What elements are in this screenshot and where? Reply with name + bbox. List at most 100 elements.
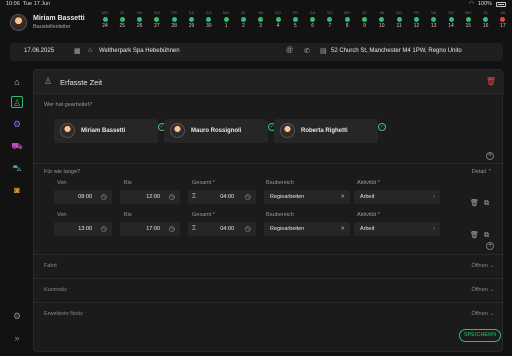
bis-label: Bis bbox=[124, 212, 132, 218]
user-role: Baustellenleiter bbox=[33, 24, 71, 30]
home-icon[interactable]: ⌂ bbox=[11, 76, 23, 88]
section-erweiterte-notiz[interactable]: Erweiterte Notiz Öffnen ⌄ bbox=[34, 302, 504, 326]
delete-entry-icon[interactable]: 🗑 bbox=[470, 224, 479, 239]
section-kurznotiz[interactable]: Kurznotiz Öffnen ⌄ bbox=[34, 278, 504, 302]
settings-icon[interactable]: ⚙ bbox=[11, 310, 23, 322]
calendar-day[interactable]: DI 25 bbox=[117, 10, 127, 29]
status-dot bbox=[292, 17, 298, 22]
user-avatar[interactable] bbox=[10, 14, 27, 31]
calendar-day[interactable]: DI 9 bbox=[360, 10, 370, 29]
weekday-label: MI bbox=[258, 10, 263, 15]
camera-icon[interactable]: ◙ bbox=[11, 184, 23, 196]
day-number: 3 bbox=[259, 23, 263, 29]
calendar-day[interactable]: MO 24 bbox=[100, 10, 110, 29]
baubereich-field[interactable]: Regiearbeiten ✕ bbox=[264, 190, 350, 204]
calendar-day[interactable]: SA 6 bbox=[308, 10, 318, 29]
calendar-day[interactable]: DO 27 bbox=[152, 10, 162, 29]
worker-avatar bbox=[170, 123, 185, 138]
day-number: 26 bbox=[136, 23, 143, 29]
calendar-day[interactable]: MI 17 bbox=[498, 10, 508, 29]
calendar-day[interactable]: DO 4 bbox=[273, 10, 283, 29]
clear-icon[interactable]: ✕ bbox=[340, 194, 345, 200]
gesamt-field[interactable]: Σ 04:00 ◷ bbox=[188, 222, 256, 236]
worker-card[interactable]: Mauro Rossignoli ✓ bbox=[164, 119, 276, 143]
baubereich-field[interactable]: Regiearbeiten ✕ bbox=[264, 222, 350, 236]
calendar-day[interactable]: DI 2 bbox=[238, 10, 248, 29]
people-icon: ♙ bbox=[44, 76, 53, 86]
clear-icon[interactable]: ✕ bbox=[340, 226, 345, 232]
calendar-day[interactable]: MO 8 bbox=[342, 10, 352, 29]
who-label: Wer hat gearbeitet? bbox=[44, 102, 93, 108]
equipment-icon[interactable]: ⛍ bbox=[11, 162, 23, 174]
phone-icon[interactable]: ✆ bbox=[304, 47, 310, 55]
calendar-day[interactable]: SA 29 bbox=[187, 10, 197, 29]
calendar-day[interactable]: FR 5 bbox=[290, 10, 300, 29]
save-button[interactable]: SPEICHERN bbox=[459, 329, 501, 342]
day-number: 16 bbox=[482, 23, 489, 29]
worker-card[interactable]: Roberta Righetti ✓ bbox=[274, 119, 386, 143]
worker-name: Miriam Bassetti bbox=[81, 128, 126, 134]
bis-field[interactable]: 17:00 ◷ bbox=[120, 222, 180, 236]
sum-icon: Σ bbox=[192, 193, 197, 200]
gesamt-label: Gesamt * bbox=[192, 180, 215, 186]
clock-icon: ◷ bbox=[168, 226, 175, 233]
calendar-day[interactable]: FR 12 bbox=[411, 10, 421, 29]
vehicle-icon[interactable]: ⛟ bbox=[11, 140, 23, 152]
delete-entry-icon[interactable]: 🗑 bbox=[470, 192, 479, 207]
calendar-day[interactable]: MO 15 bbox=[463, 10, 473, 29]
calendar-icon[interactable]: ▦ bbox=[74, 47, 81, 55]
day-number: 4 bbox=[276, 23, 280, 29]
weekday-label: SO bbox=[448, 10, 454, 15]
weekday-label: DI bbox=[483, 10, 488, 15]
gesamt-value: 04:00 bbox=[220, 194, 234, 200]
day-number: 12 bbox=[413, 23, 420, 29]
worker-card[interactable]: Miriam Bassetti ✓ bbox=[54, 119, 166, 143]
weekday-label: MI bbox=[500, 10, 506, 15]
day-number: 29 bbox=[188, 23, 195, 29]
calendar-day[interactable]: SO 7 bbox=[325, 10, 335, 29]
calendar-day[interactable]: DI 16 bbox=[481, 10, 491, 29]
von-field[interactable]: 13:00 ◷ bbox=[54, 222, 112, 236]
add-worker-icon[interactable]: + bbox=[486, 152, 494, 160]
add-entry-icon[interactable]: + bbox=[486, 242, 494, 250]
site-name[interactable]: Weltherpark Spa Hebebühnen bbox=[99, 48, 180, 54]
materials-icon[interactable]: ⚙ bbox=[11, 118, 23, 130]
email-icon[interactable]: @ bbox=[286, 47, 293, 54]
delete-icon[interactable]: 🗑 bbox=[486, 77, 496, 86]
status-dot bbox=[223, 17, 229, 22]
calendar-day[interactable]: FR 28 bbox=[169, 10, 179, 29]
calendar-day[interactable]: DO 11 bbox=[394, 10, 404, 29]
section-fahrt[interactable]: Fahrt Öffnen ⌄ bbox=[34, 254, 504, 278]
status-right: ◠ 100% bbox=[469, 1, 506, 7]
weekday-label: MO bbox=[465, 10, 472, 15]
copy-entry-icon[interactable]: ⧉ bbox=[484, 192, 492, 207]
calendar-day[interactable]: MI 26 bbox=[135, 10, 145, 29]
day-number: 13 bbox=[430, 23, 437, 29]
copy-entry-icon[interactable]: ⧉ bbox=[484, 224, 492, 239]
how-long-label: Für wie lange? bbox=[44, 169, 81, 175]
detail-toggle[interactable]: Detail ⌃ bbox=[472, 169, 492, 175]
calendar-day[interactable]: SO 30 bbox=[204, 10, 214, 29]
aktivitaet-field[interactable]: Arbeit › bbox=[354, 190, 440, 204]
bis-field[interactable]: 12:00 ◷ bbox=[120, 190, 180, 204]
calendar-day[interactable]: MI 10 bbox=[377, 10, 387, 29]
calendar-day[interactable]: SO 14 bbox=[446, 10, 456, 29]
status-dot bbox=[465, 17, 471, 22]
weekday-label: DO bbox=[153, 10, 160, 15]
weekday-label: FR bbox=[292, 10, 298, 15]
wifi-icon: ◠ bbox=[469, 1, 474, 7]
gesamt-field[interactable]: Σ 04:00 ◷ bbox=[188, 190, 256, 204]
time-panel: ♙ Erfasste Zeit 🗑 Wer hat gearbeitet? Mi… bbox=[33, 69, 504, 352]
map-icon[interactable]: ▤ bbox=[320, 47, 327, 55]
von-field[interactable]: 08:00 ◷ bbox=[54, 190, 112, 204]
bis-value: 12:00 bbox=[146, 194, 160, 200]
calendar-day[interactable]: SA 13 bbox=[429, 10, 439, 29]
expand-icon[interactable]: » bbox=[11, 332, 23, 344]
calendar-day[interactable]: MO 1 bbox=[221, 10, 231, 29]
time-entry-icon[interactable]: ♙ bbox=[11, 96, 23, 108]
aktivitaet-field[interactable]: Arbeit › bbox=[354, 222, 440, 236]
day-number: 8 bbox=[345, 23, 349, 29]
panel-title: Erfasste Zeit bbox=[60, 78, 103, 87]
date-field[interactable]: 17.06.2025 bbox=[24, 48, 54, 54]
calendar-day[interactable]: MI 3 bbox=[256, 10, 266, 29]
